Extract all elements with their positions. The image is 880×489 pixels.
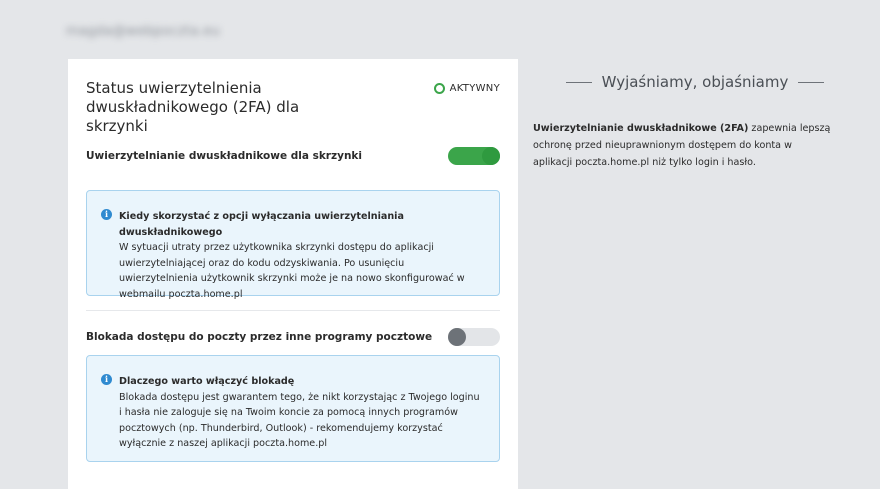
sidebar-text-bold: Uwierzytelnianie dwuskładnikowe (2FA) — [533, 123, 749, 134]
sidebar-description: Uwierzytelnianie dwuskładnikowe (2FA) za… — [533, 120, 833, 171]
block-toggle[interactable] — [448, 328, 500, 346]
heading-line-right — [798, 81, 824, 83]
block-row: Blokada dostępu do poczty przez inne pro… — [86, 328, 500, 346]
status-dot-icon — [433, 83, 445, 94]
toggle-knob — [448, 328, 466, 346]
block-info-title: Dlaczego warto włączyć blokadę — [119, 376, 295, 387]
block-info-box: i Dlaczego warto włączyć blokadę Blokada… — [86, 355, 500, 462]
account-email: magda@webpoczta.eu — [66, 24, 220, 39]
section-divider — [86, 310, 500, 311]
twofa-info-title: Kiedy skorzystać z opcji wyłączania uwie… — [119, 211, 404, 238]
twofa-label: Uwierzytelnianie dwuskładnikowe dla skrz… — [86, 150, 362, 162]
twofa-info-box: i Kiedy skorzystać z opcji wyłączania uw… — [86, 190, 500, 300]
status-label: AKTYWNY — [449, 83, 500, 94]
info-icon: i — [101, 374, 112, 385]
sidebar-title: Wyjaśniamy, objaśniamy — [601, 73, 789, 91]
heading-line-left — [566, 81, 592, 83]
card-title: Status uwierzytelnienia dwuskładnikowego… — [86, 79, 300, 135]
status-badge: AKTYWNY — [433, 83, 500, 94]
toggle-knob — [482, 147, 500, 165]
twofa-toggle[interactable] — [448, 147, 500, 165]
twofa-info-body: W sytuacji utraty przez użytkownika skrz… — [119, 242, 465, 300]
settings-card: Status uwierzytelnienia dwuskładnikowego… — [68, 59, 518, 489]
info-icon: i — [101, 209, 112, 220]
block-label: Blokada dostępu do poczty przez inne pro… — [86, 331, 433, 343]
block-info-body: Blokada dostępu jest gwarantem tego, że … — [119, 391, 480, 450]
sidebar-heading: Wyjaśniamy, objaśniamy — [566, 73, 824, 91]
twofa-row: Uwierzytelnianie dwuskładnikowe dla skrz… — [86, 147, 500, 165]
